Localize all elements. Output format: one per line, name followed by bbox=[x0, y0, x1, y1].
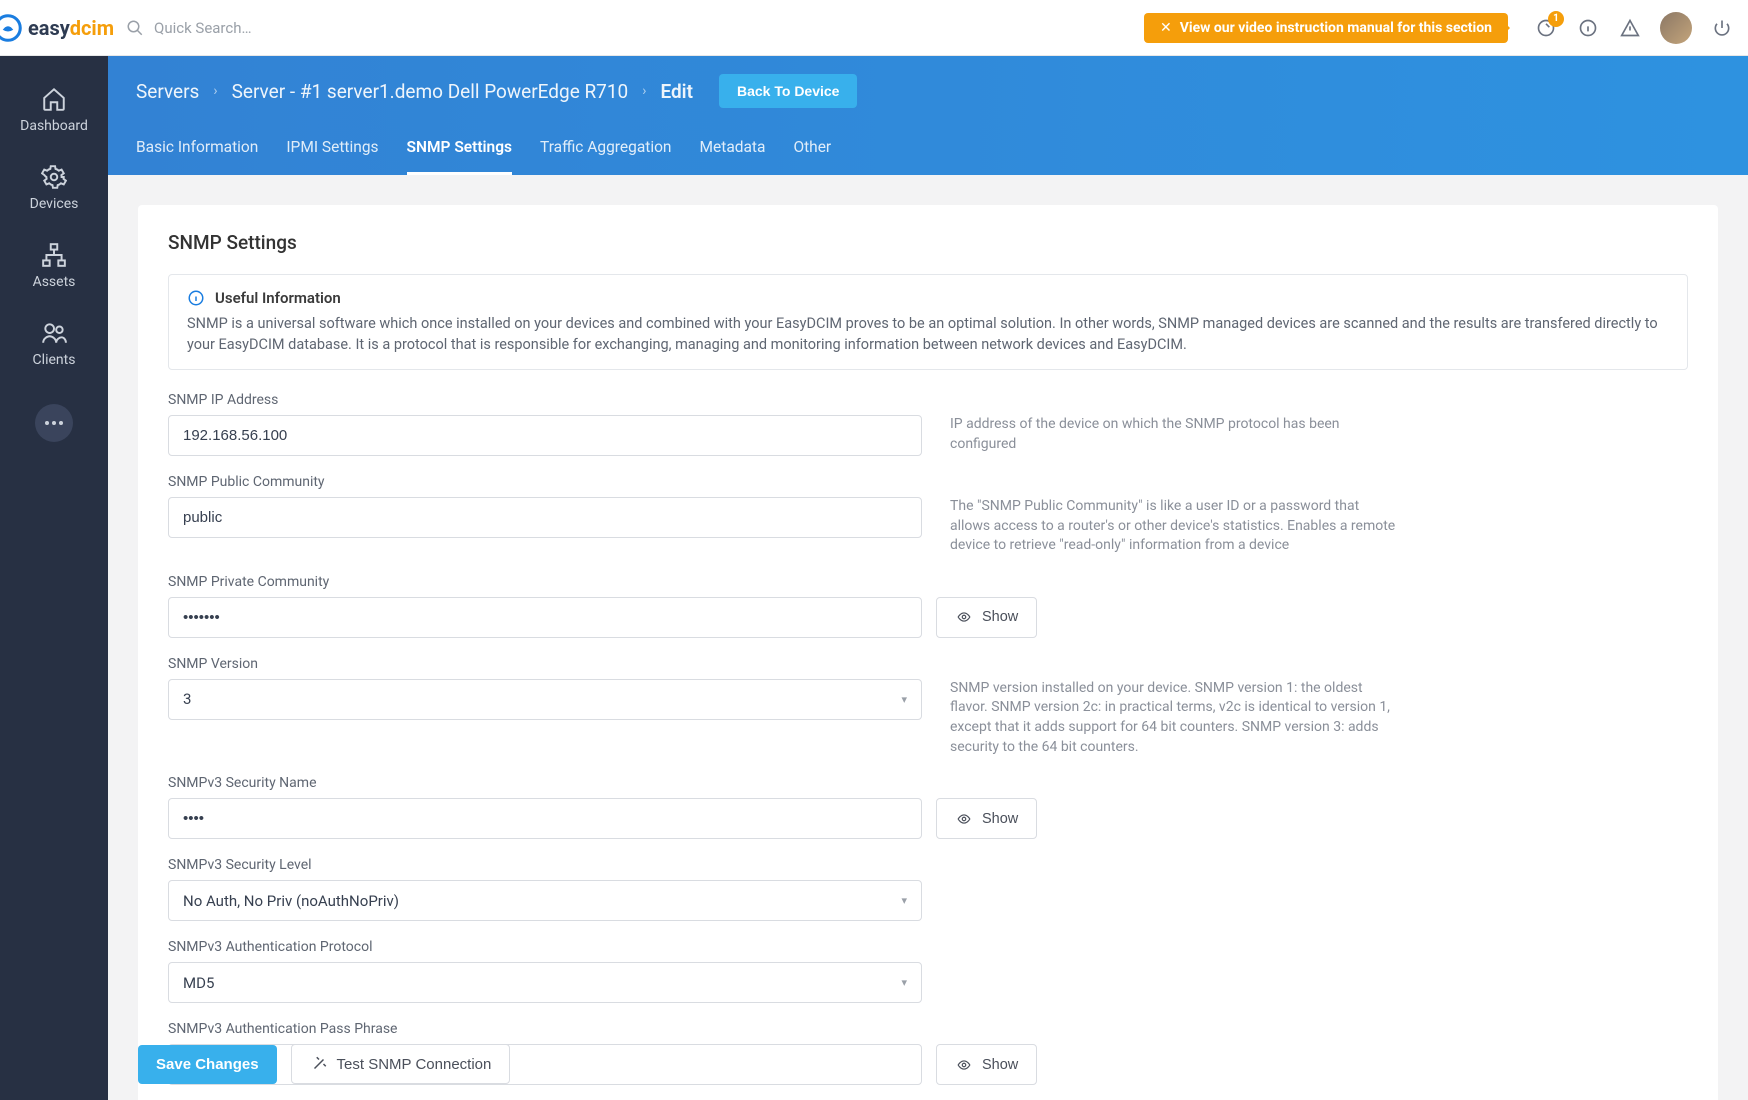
sidebar-more[interactable] bbox=[35, 404, 73, 442]
search-icon bbox=[126, 19, 144, 37]
label-auth-proto: SNMPv3 Authentication Protocol bbox=[168, 939, 1688, 955]
breadcrumb: Servers › Server - #1 server1.demo Dell … bbox=[136, 74, 1720, 108]
logo-mark-icon bbox=[0, 14, 22, 42]
label-private-community: SNMP Private Community bbox=[168, 574, 1688, 590]
test-snmp-button[interactable]: Test SNMP Connection bbox=[291, 1044, 511, 1084]
power-button[interactable] bbox=[1710, 16, 1734, 40]
snmp-private-input[interactable] bbox=[168, 597, 922, 638]
info-icon bbox=[187, 289, 205, 307]
brand-logo[interactable]: easydcim bbox=[0, 14, 114, 42]
label-sec-name: SNMPv3 Security Name bbox=[168, 775, 1688, 791]
video-manual-banner[interactable]: ✕ View our video instruction manual for … bbox=[1144, 13, 1508, 43]
snmpv3-authproto-select[interactable]: MD5 ▾ bbox=[168, 962, 922, 1003]
chevron-right-icon: › bbox=[642, 83, 646, 99]
plug-icon bbox=[310, 1055, 328, 1073]
sidebar-item-devices[interactable]: Devices bbox=[0, 152, 108, 224]
snmpv3-secname-input[interactable] bbox=[168, 798, 922, 839]
show-private-button[interactable]: Show bbox=[936, 597, 1037, 638]
user-avatar[interactable] bbox=[1660, 12, 1692, 44]
help-snmp-version: SNMP version installed on your device. S… bbox=[950, 679, 1400, 757]
info-circle-icon bbox=[1578, 18, 1598, 38]
snmp-public-input[interactable] bbox=[168, 497, 922, 538]
help-public-community: The "SNMP Public Community" is like a us… bbox=[950, 497, 1400, 556]
snmp-version-select[interactable]: 3 ▾ bbox=[168, 679, 922, 720]
home-icon bbox=[41, 86, 67, 112]
snmpv3-seclevel-select[interactable]: No Auth, No Priv (noAuthNoPriv) ▾ bbox=[168, 880, 922, 921]
caret-down-icon: ▾ bbox=[901, 894, 907, 907]
global-search[interactable]: Quick Search… bbox=[126, 19, 252, 37]
help-snmp-ip: IP address of the device on which the SN… bbox=[950, 415, 1400, 454]
caret-down-icon: ▾ bbox=[901, 976, 907, 989]
back-to-device-button[interactable]: Back To Device bbox=[719, 74, 857, 108]
gear-icon bbox=[41, 164, 67, 190]
search-placeholder: Quick Search… bbox=[154, 19, 252, 37]
label-public-community: SNMP Public Community bbox=[168, 474, 1688, 490]
label-snmp-ip: SNMP IP Address bbox=[168, 392, 1688, 408]
alerts-button[interactable] bbox=[1618, 16, 1642, 40]
crumb-current: Edit bbox=[660, 80, 693, 103]
tab-basic-information[interactable]: Basic Information bbox=[136, 138, 258, 175]
label-snmp-version: SNMP Version bbox=[168, 656, 1688, 672]
sitemap-icon bbox=[41, 242, 67, 268]
save-changes-button[interactable]: Save Changes bbox=[138, 1045, 277, 1084]
snmp-ip-input[interactable] bbox=[168, 415, 922, 456]
ellipsis-icon bbox=[45, 421, 63, 425]
tab-traffic-aggregation[interactable]: Traffic Aggregation bbox=[540, 138, 671, 175]
activity-button[interactable]: 1 bbox=[1534, 16, 1558, 40]
notification-badge: 1 bbox=[1548, 11, 1564, 27]
sidebar-item-dashboard[interactable]: Dashboard bbox=[0, 74, 108, 146]
close-icon[interactable]: ✕ bbox=[1160, 20, 1172, 36]
sidebar-item-clients[interactable]: Clients bbox=[0, 308, 108, 380]
eye-icon bbox=[955, 812, 973, 826]
useful-information-box: Useful Information SNMP is a universal s… bbox=[168, 274, 1688, 370]
alert-triangle-icon bbox=[1620, 18, 1640, 38]
tab-snmp-settings[interactable]: SNMP Settings bbox=[407, 138, 512, 175]
users-icon bbox=[41, 320, 67, 346]
page-title: SNMP Settings bbox=[168, 231, 1688, 254]
crumb-servers[interactable]: Servers bbox=[136, 80, 199, 103]
info-button[interactable] bbox=[1576, 16, 1600, 40]
tab-metadata[interactable]: Metadata bbox=[700, 138, 766, 175]
chevron-right-icon: › bbox=[213, 83, 217, 99]
crumb-device[interactable]: Server - #1 server1.demo Dell PowerEdge … bbox=[232, 80, 629, 103]
tab-ipmi-settings[interactable]: IPMI Settings bbox=[286, 138, 378, 175]
power-icon bbox=[1712, 18, 1732, 38]
sidebar-item-assets[interactable]: Assets bbox=[0, 230, 108, 302]
label-sec-level: SNMPv3 Security Level bbox=[168, 857, 1688, 873]
tab-other[interactable]: Other bbox=[793, 138, 831, 175]
show-secname-button[interactable]: Show bbox=[936, 798, 1037, 839]
eye-icon bbox=[955, 610, 973, 624]
caret-down-icon: ▾ bbox=[901, 693, 907, 706]
